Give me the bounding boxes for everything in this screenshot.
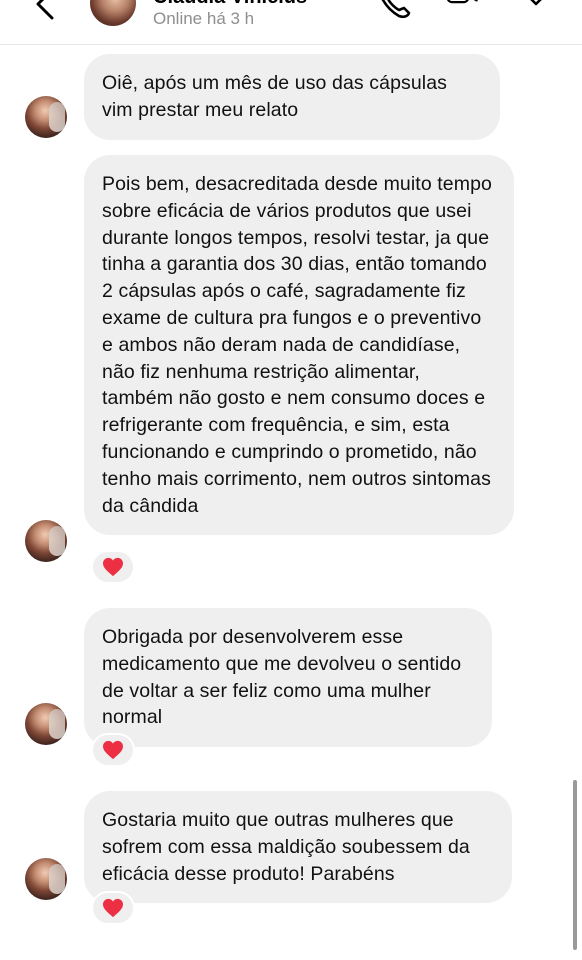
heart-icon bbox=[103, 740, 123, 760]
sender-avatar[interactable] bbox=[25, 520, 67, 562]
heart-reaction[interactable] bbox=[91, 891, 135, 925]
video-camera-icon[interactable] bbox=[446, 0, 480, 20]
contact-status: Online há 3 h bbox=[153, 9, 255, 28]
heart-icon bbox=[103, 898, 123, 918]
contact-name[interactable]: Claudia Vinicius bbox=[153, 0, 307, 9]
chat-header: Claudia Vinicius Online há 3 h bbox=[0, 0, 582, 45]
sender-avatar[interactable] bbox=[25, 858, 67, 900]
chevron-left-icon[interactable] bbox=[30, 0, 60, 24]
tag-icon[interactable] bbox=[520, 0, 554, 20]
heart-reaction[interactable] bbox=[91, 733, 135, 767]
heart-reaction[interactable] bbox=[91, 550, 135, 584]
message-bubble[interactable]: Pois bem, desacreditada desde muito temp… bbox=[84, 155, 514, 536]
scrollbar[interactable] bbox=[573, 780, 577, 950]
message-bubble[interactable]: Gostaria muito que outras mulheres que s… bbox=[84, 791, 512, 904]
phone-icon[interactable] bbox=[377, 0, 411, 20]
message-bubble[interactable]: Oiê, após um mês de uso das cápsulas vim… bbox=[84, 54, 500, 140]
message-bubble[interactable]: Obrigada por desenvolverem esse medicame… bbox=[84, 608, 492, 748]
sender-avatar[interactable] bbox=[25, 703, 67, 745]
contact-avatar[interactable] bbox=[90, 0, 136, 26]
heart-icon bbox=[103, 557, 123, 577]
sender-avatar[interactable] bbox=[25, 96, 67, 138]
